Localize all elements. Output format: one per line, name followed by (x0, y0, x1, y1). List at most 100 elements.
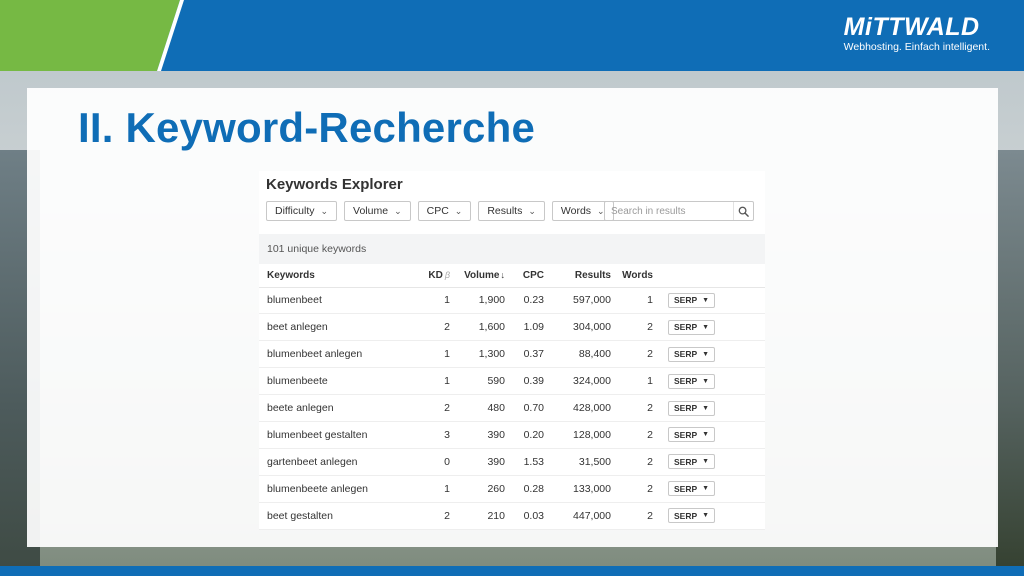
background-landscape-right (996, 150, 1024, 576)
volume-cell: 390 (456, 421, 511, 449)
caret-down-icon: ▼ (702, 377, 710, 385)
column-header-results[interactable]: Results (547, 264, 613, 288)
serp-dropdown-button[interactable]: SERP ▼ (668, 481, 716, 497)
filter-label: Results (487, 205, 523, 217)
volume-cell: 1,900 (456, 287, 511, 315)
table-row: blumenbeet gestalten 3 390 0.20 128,000 2 SERP… (259, 421, 765, 449)
serp-cell: SERP ▼ (654, 448, 765, 476)
keyword-cell[interactable]: beete anlegen (259, 394, 414, 422)
search-results-box (604, 201, 754, 221)
results-cell: 447,000 (547, 502, 613, 530)
serp-cell: SERP ▼ (654, 421, 765, 449)
chevron-down-icon: ⌄ (528, 205, 536, 216)
serp-dropdown-button[interactable]: SERP ▼ (668, 454, 716, 470)
table-row: beet anlegen 2 1,600 1.09 304,000 2 SERP ▼ (259, 313, 765, 342)
serp-dropdown-button[interactable]: SERP ▼ (668, 508, 716, 524)
filter-label: CPC (426, 205, 449, 217)
filter-label: Words (560, 205, 592, 217)
brand-name: MiTTWALD (843, 13, 980, 41)
table-row: beet gestalten 2 210 0.03 447,000 2 SERP ▼ (259, 502, 765, 530)
kd-cell: 0 (414, 448, 456, 476)
chevron-down-icon: ⌄ (394, 205, 402, 216)
volume-cell: 1,300 (456, 340, 511, 369)
serp-cell: SERP ▼ (654, 394, 765, 422)
keyword-cell[interactable]: beet gestalten (259, 502, 414, 530)
brand-logo: MiTTWALD Webhosting. Einfach intelligent… (844, 14, 990, 54)
keyword-cell[interactable]: blumenbeet anlegen (259, 340, 414, 369)
table-row: blumenbeete anlegen 1 260 0.28 133,000 2 SERP ▼ (259, 475, 765, 503)
serp-dropdown-button[interactable]: SERP ▼ (668, 319, 716, 335)
keywords-table-body: blumenbeet 1 1,900 0.23 597,000 1 SERP ▼ beet an… (259, 287, 765, 530)
search-icon[interactable] (733, 202, 753, 220)
caret-down-icon: ▼ (702, 323, 710, 331)
keyword-cell[interactable]: blumenbeete (259, 367, 414, 396)
chevron-down-icon: ⌄ (320, 205, 329, 216)
filter-results-button[interactable]: Results ⌄ (478, 201, 545, 221)
filter-cpc-button[interactable]: CPC ⌄ (417, 201, 472, 221)
footer-bar (0, 566, 1024, 576)
column-header-serp (654, 264, 765, 288)
volume-cell: 260 (456, 475, 511, 503)
volume-cell: 1,600 (456, 313, 511, 342)
filter-volume-button[interactable]: Volume ⌄ (344, 201, 411, 221)
serp-cell: SERP ▼ (654, 475, 765, 503)
serp-dropdown-button[interactable]: SERP ▼ (668, 373, 716, 389)
results-cell: 128,000 (547, 421, 613, 449)
table-row: gartenbeet anlegen 0 390 1.53 31,500 2 SERP ▼ (259, 448, 765, 476)
keyword-cell[interactable]: blumenbeet (259, 287, 414, 315)
volume-label: Volume (464, 269, 500, 281)
sort-down-icon: ↓ (500, 269, 506, 280)
cpc-cell: 0.39 (511, 367, 547, 396)
results-cell: 88,400 (547, 340, 613, 369)
results-cell: 428,000 (547, 394, 613, 422)
caret-down-icon: ▼ (702, 458, 710, 466)
cpc-cell: 1.53 (511, 448, 547, 476)
serp-cell: SERP ▼ (654, 313, 765, 342)
keywords-explorer-panel: Keywords Explorer Difficulty ⌄ Volume ⌄ … (259, 171, 765, 530)
serp-cell: SERP ▼ (654, 340, 765, 369)
table-row: beete anlegen 2 480 0.70 428,000 2 SERP ▼ (259, 394, 765, 422)
column-header-cpc[interactable]: CPC (511, 264, 547, 288)
column-header-keywords[interactable]: Keywords (259, 264, 414, 288)
results-cell: 304,000 (547, 313, 613, 342)
words-cell: 1 (613, 367, 654, 396)
serp-label: SERP (674, 376, 698, 387)
slide-title: II. Keyword-Recherche (78, 104, 536, 151)
chevron-down-icon: ⌄ (454, 205, 463, 216)
kd-cell: 2 (414, 502, 456, 530)
kd-cell: 1 (414, 340, 456, 369)
kd-label: KD (428, 269, 443, 281)
words-cell: 1 (613, 287, 654, 315)
caret-down-icon: ▼ (702, 431, 710, 439)
serp-dropdown-button[interactable]: SERP ▼ (668, 400, 716, 416)
cpc-cell: 0.37 (511, 340, 547, 369)
filter-difficulty-button[interactable]: Difficulty ⌄ (266, 201, 338, 221)
serp-label: SERP (674, 349, 698, 360)
keywords-table: Keywords KD β Volume↓ CPC Results Words b… (259, 264, 765, 530)
kd-cell: 1 (414, 287, 456, 315)
words-cell: 2 (613, 313, 654, 342)
table-row: blumenbeet 1 1,900 0.23 597,000 1 SERP ▼ (259, 287, 765, 315)
keyword-cell[interactable]: blumenbeete anlegen (259, 475, 414, 503)
serp-label: SERP (674, 456, 698, 467)
caret-down-icon: ▼ (702, 512, 710, 520)
search-results-input[interactable] (605, 202, 733, 220)
serp-dropdown-button[interactable]: SERP ▼ (668, 292, 716, 308)
words-cell: 2 (613, 448, 654, 476)
keyword-cell[interactable]: gartenbeet anlegen (259, 448, 414, 476)
column-header-kd[interactable]: KD β (414, 264, 456, 288)
keyword-cell[interactable]: blumenbeet gestalten (259, 421, 414, 449)
serp-dropdown-button[interactable]: SERP ▼ (668, 346, 716, 362)
volume-cell: 480 (456, 394, 511, 422)
column-header-words[interactable]: Words (613, 264, 654, 288)
serp-cell: SERP ▼ (654, 502, 765, 530)
keyword-cell[interactable]: beet anlegen (259, 313, 414, 342)
volume-cell: 390 (456, 448, 511, 476)
filter-label: Volume (353, 205, 389, 217)
cpc-cell: 0.03 (511, 502, 547, 530)
column-header-volume[interactable]: Volume↓ (456, 264, 511, 288)
cpc-cell: 0.70 (511, 394, 547, 422)
caret-down-icon: ▼ (702, 404, 710, 412)
kd-cell: 2 (414, 394, 456, 422)
serp-dropdown-button[interactable]: SERP ▼ (668, 427, 716, 443)
